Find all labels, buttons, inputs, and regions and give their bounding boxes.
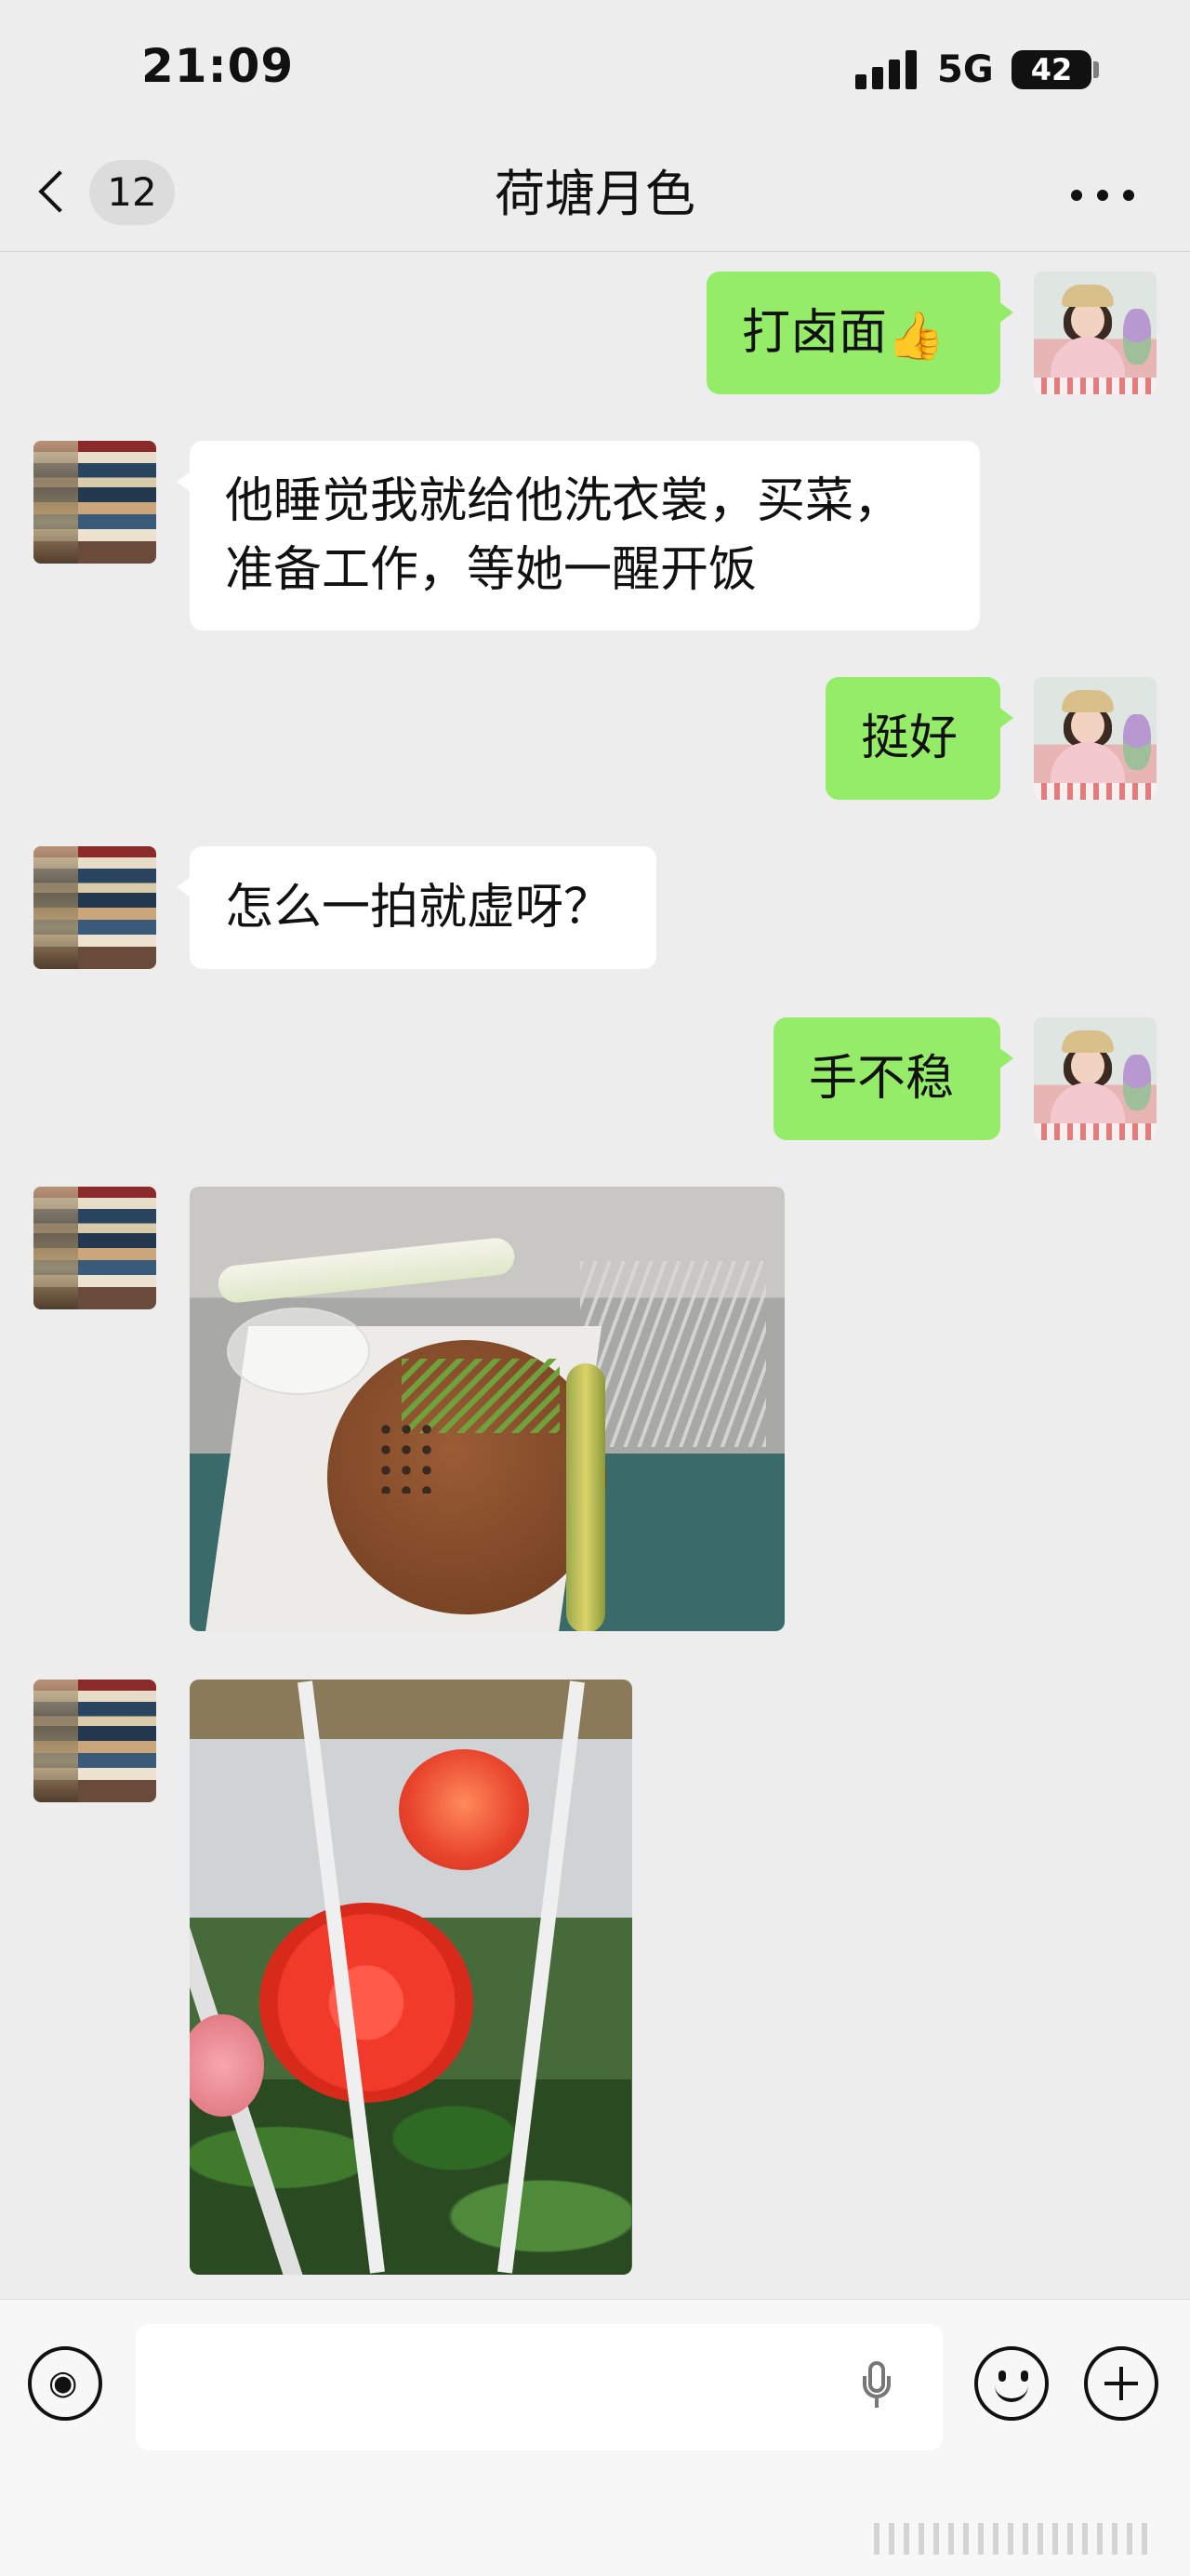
battery-icon: 42 bbox=[1012, 50, 1091, 89]
battery-tip bbox=[1093, 61, 1099, 78]
message-text: 怎么一拍就虚呀？ bbox=[225, 880, 613, 936]
food-prep-photo[interactable] bbox=[190, 1187, 785, 1631]
message-bubble-me[interactable]: 打卤面👍 bbox=[707, 272, 1013, 394]
my-avatar[interactable] bbox=[1034, 1017, 1157, 1140]
microphone-icon[interactable] bbox=[863, 2361, 891, 2408]
message-text: 挺好 bbox=[861, 710, 959, 766]
contact-avatar[interactable] bbox=[33, 1187, 156, 1309]
thumbs-up-icon: 👍 bbox=[887, 309, 945, 363]
my-avatar[interactable] bbox=[1034, 677, 1157, 800]
signal-icon bbox=[855, 46, 920, 89]
message-input[interactable] bbox=[136, 2324, 943, 2450]
contact-avatar[interactable] bbox=[33, 441, 156, 564]
more-actions-button[interactable] bbox=[1084, 2346, 1158, 2421]
voice-input-button[interactable]: ◉ bbox=[28, 2346, 102, 2421]
message-text: 打卤面 bbox=[742, 305, 888, 361]
network-type: 5G bbox=[937, 48, 994, 91]
more-options-button[interactable] bbox=[1071, 186, 1145, 205]
clock: 21:09 bbox=[141, 39, 295, 93]
message-text-line: 他睡觉我就给他洗衣裳，买菜， bbox=[225, 473, 903, 529]
watermark bbox=[874, 2523, 1153, 2555]
chat-header: 12 荷塘月色 bbox=[0, 139, 1190, 252]
input-bar: ◉ bbox=[0, 2299, 1190, 2576]
chat-title: 荷塘月色 bbox=[495, 165, 695, 223]
message-bubble-me[interactable]: 挺好 bbox=[826, 677, 1013, 800]
message-bubble-them[interactable]: 怎么一拍就虚呀？ bbox=[177, 846, 656, 969]
message-text: 手不稳 bbox=[809, 1051, 955, 1107]
contact-avatar[interactable] bbox=[33, 846, 156, 969]
my-avatar[interactable] bbox=[1034, 272, 1157, 394]
rose-photo[interactable] bbox=[190, 1680, 632, 2275]
message-bubble-me[interactable]: 手不稳 bbox=[774, 1017, 1013, 1140]
emoji-button[interactable] bbox=[974, 2346, 1049, 2421]
message-bubble-them[interactable]: 他睡觉我就给他洗衣裳，买菜， 准备工作，等她一醒开饭 bbox=[177, 441, 980, 631]
contact-avatar[interactable] bbox=[33, 1680, 156, 1802]
voice-icon: ◉ bbox=[48, 2364, 78, 2402]
message-text-line: 准备工作，等她一醒开饭 bbox=[225, 542, 758, 598]
status-bar: 21:09 5G 42 bbox=[0, 0, 1190, 139]
